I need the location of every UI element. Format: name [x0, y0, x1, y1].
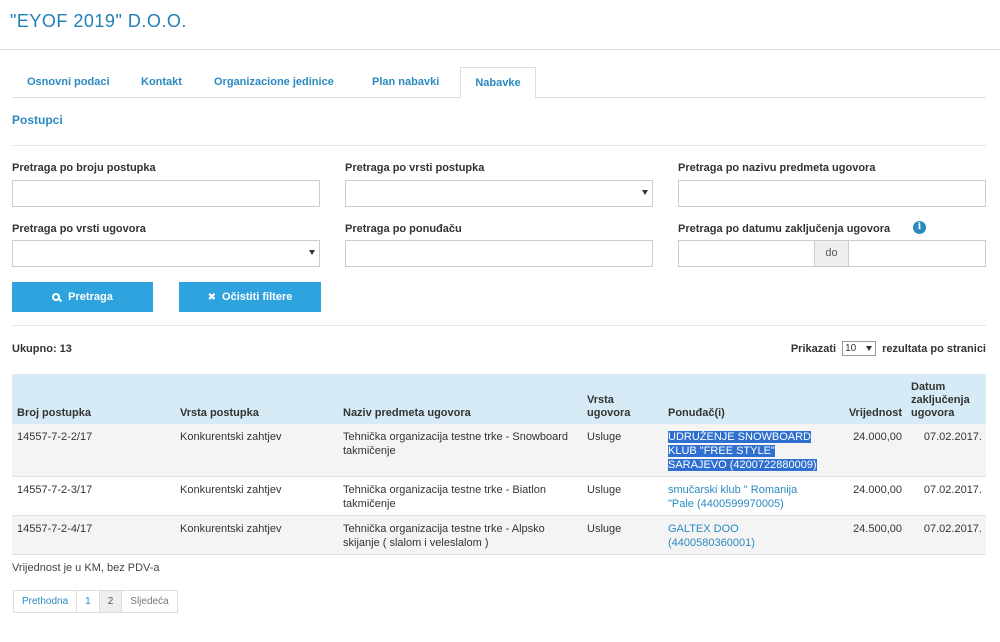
procedure-type-label: Pretraga po vrsti postupka [345, 162, 485, 174]
clear-filters-label: Očistiti filtere [222, 291, 293, 303]
per-page-value: 10 [845, 343, 857, 354]
pagination-page-1[interactable]: 1 [77, 591, 100, 612]
bidder-link[interactable]: GALTEX DOO (4400580360001) [668, 523, 755, 549]
header-contract-type[interactable]: Vrsta ugovora [582, 374, 663, 424]
cell-number: 14557-7-2-3/17 [17, 484, 93, 496]
cell-subject: Tehnička organizacija testne trke - Alps… [343, 523, 545, 549]
chevron-down-icon [642, 190, 648, 195]
cell-number: 14557-7-2-2/17 [17, 431, 93, 443]
table-row: 14557-7-2-4/17 Konkurentski zahtjev Tehn… [12, 515, 986, 555]
cell-contract-type: Usluge [587, 523, 622, 535]
cell-bidder: smučarski klub " Romanija "Pale (4400599… [663, 477, 825, 516]
chevron-down-icon [309, 250, 315, 255]
per-page-suffix: rezultata po stranici [882, 342, 986, 355]
cell-date: 07.02.2017. [923, 484, 982, 496]
contract-type-select[interactable] [12, 240, 320, 267]
filters-divider [12, 325, 986, 326]
pagination-prev[interactable]: Prethodna [14, 591, 78, 612]
search-button-label: Pretraga [68, 291, 113, 303]
table-row: 14557-7-2-3/17 Konkurentski zahtjev Tehn… [12, 477, 986, 516]
table-header-row: Broj postupka Vrsta postupka Naziv predm… [12, 374, 986, 424]
bidder-link[interactable]: UDRUŽENJE SNOWBOARD KLUB "FREE STYLE" SA… [668, 431, 817, 471]
cell-procedure-type: Konkurentski zahtjev [180, 523, 282, 535]
company-title: "EYOF 2019" D.O.O. [10, 11, 187, 31]
pagination-page-2[interactable]: 2 [99, 591, 123, 612]
contract-subject-label: Pretraga po nazivu predmeta ugovora [678, 162, 876, 174]
tab-bar: Osnovni podaci Kontakt Organizacione jed… [12, 67, 986, 99]
cell-contract-type: Usluge [587, 431, 622, 443]
cell-number: 14557-7-2-4/17 [17, 523, 93, 535]
cell-procedure-type: Konkurentski zahtjev [180, 484, 282, 496]
table-row: 14557-7-2-2/17 Konkurentski zahtjev Tehn… [12, 424, 986, 477]
value-note: Vrijednost je u KM, bez PDV-a [12, 562, 160, 574]
header-value[interactable]: Vrijednost [825, 374, 906, 424]
per-page-label: Prikazati [790, 342, 837, 355]
header-bidder[interactable]: Ponuđač(i) [663, 374, 825, 424]
procedures-table: Broj postupka Vrsta postupka Naziv predm… [12, 374, 986, 555]
cell-bidder: UDRUŽENJE SNOWBOARD KLUB "FREE STYLE" SA… [663, 424, 825, 477]
search-button[interactable]: Pretraga [12, 282, 153, 312]
tab-organizacione-jedinice[interactable]: Organizacione jedinice [214, 67, 334, 98]
tab-kontakt[interactable]: Kontakt [141, 67, 182, 98]
contract-date-from-input[interactable] [678, 240, 815, 267]
cell-value: 24.000,00 [853, 431, 902, 443]
cell-date: 07.02.2017. [923, 431, 982, 443]
tab-osnovni-podaci[interactable]: Osnovni podaci [27, 67, 110, 98]
bidder-label: Pretraga po ponuđaču [345, 223, 462, 235]
section-divider [12, 145, 986, 146]
search-icon [52, 293, 61, 301]
cell-contract-type: Usluge [587, 484, 622, 496]
contract-date-label: Pretraga po datumu zaključenja ugovora [678, 223, 891, 235]
pagination-next[interactable]: Sljedeća [122, 591, 177, 612]
section-title: Postupci [12, 113, 63, 127]
results-total: Ukupno: 13 [12, 343, 72, 355]
cell-value: 24.500,00 [853, 523, 902, 535]
clear-filters-button[interactable]: ✖ Očistiti filtere [179, 282, 321, 312]
contract-type-label: Pretraga po vrsti ugovora [12, 223, 146, 235]
cell-value: 24.000,00 [853, 484, 902, 496]
tab-plan-nabavki[interactable]: Plan nabavki [372, 67, 439, 98]
per-page-select[interactable]: 10 [842, 341, 877, 356]
bidder-input[interactable] [345, 240, 653, 267]
header-date[interactable]: Datum zaključenja ugovora [906, 374, 986, 424]
header-divider [0, 49, 1000, 50]
per-page-control: Prikazati 10 rezultata po stranici [791, 341, 986, 356]
date-range-separator: do [814, 240, 849, 267]
info-icon[interactable]: i [913, 221, 926, 234]
header-number[interactable]: Broj postupka [12, 374, 175, 424]
header-subject[interactable]: Naziv predmeta ugovora [338, 374, 582, 424]
times-icon: ✖ [207, 292, 217, 303]
cell-subject: Tehnička organizacija testne trke - Snow… [343, 431, 569, 457]
pagination: Prethodna 1 2 Sljedeća [13, 590, 178, 613]
cell-procedure-type: Konkurentski zahtjev [180, 431, 282, 443]
cell-bidder: GALTEX DOO (4400580360001) [663, 516, 825, 555]
contract-subject-input[interactable] [678, 180, 986, 207]
procedure-number-input[interactable] [12, 180, 320, 207]
header-procedure-type[interactable]: Vrsta postupka [175, 374, 338, 424]
contract-date-to-input[interactable] [848, 240, 986, 267]
cell-date: 07.02.2017. [923, 523, 982, 535]
procedure-number-label: Pretraga po broju postupka [12, 162, 156, 174]
bidder-link[interactable]: smučarski klub " Romanija "Pale (4400599… [668, 484, 797, 510]
cell-subject: Tehnička organizacija testne trke - Biat… [343, 484, 546, 510]
procedure-type-select[interactable] [345, 180, 653, 207]
chevron-down-icon [866, 346, 873, 351]
tab-nabavke[interactable]: Nabavke [460, 67, 536, 99]
